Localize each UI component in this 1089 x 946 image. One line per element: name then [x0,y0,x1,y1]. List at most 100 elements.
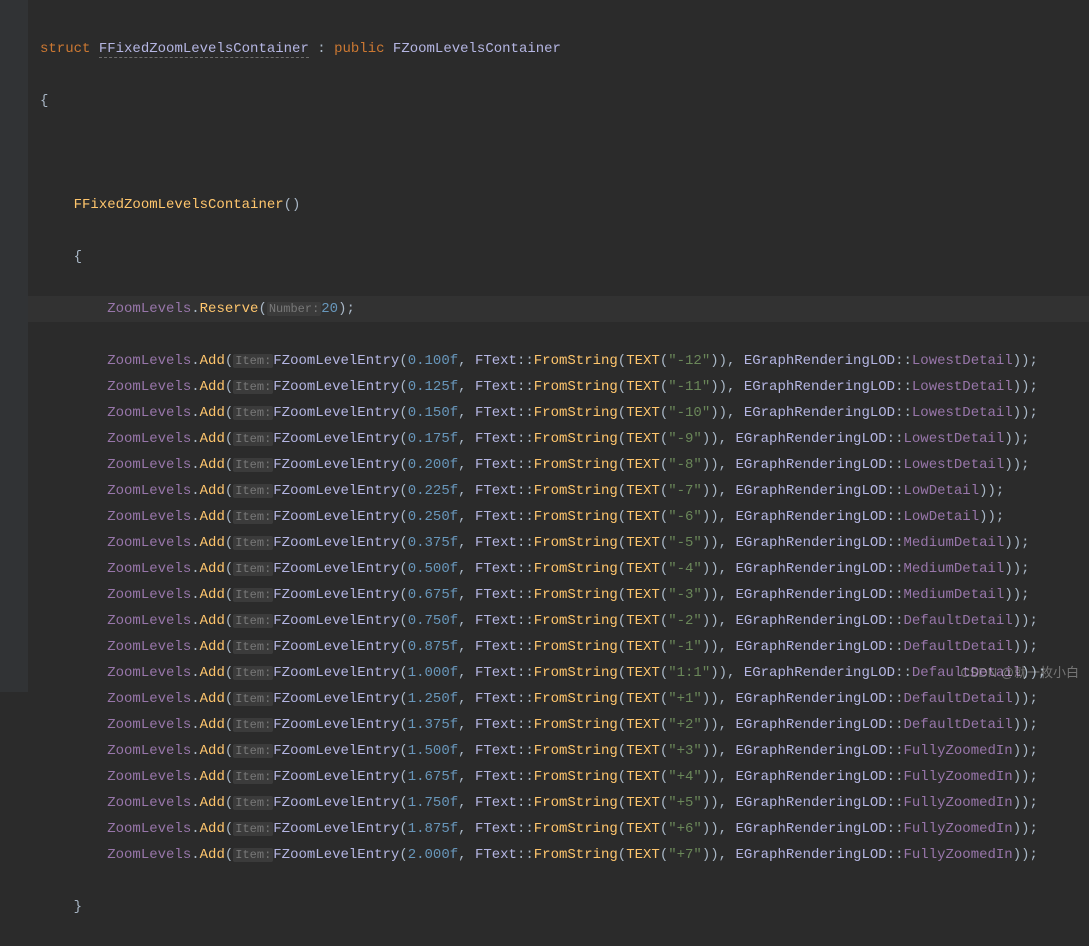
string-literal: "-4" [668,561,702,577]
fn-fromstring: FromString [534,431,618,447]
fn-fromstring: FromString [534,405,618,421]
fn-fromstring: FromString [534,509,618,525]
hint-item: Item: [233,354,273,368]
enum-lod: EGraphRenderingLOD [735,717,886,733]
add-line: ZoomLevels.Add(Item:FZoomLevelEntry(1.25… [28,686,1089,712]
scope-op: :: [517,769,534,785]
float-value: 0.150f [408,405,458,421]
macro-text: TEXT [626,587,660,603]
type-ftext: FText [475,769,517,785]
type-zoomlevelentry: FZoomLevelEntry [273,405,399,421]
type-ftext: FText [475,743,517,759]
field-zoomlevels: ZoomLevels [107,691,191,707]
add-line: ZoomLevels.Add(Item:FZoomLevelEntry(1.37… [28,712,1089,738]
add-line: ZoomLevels.Add(Item:FZoomLevelEntry(0.67… [28,582,1089,608]
scope-op: :: [895,665,912,681]
fn-add: Add [200,353,225,369]
macro-text: TEXT [626,717,660,733]
string-literal: "-2" [668,613,702,629]
type-zoomlevelentry: FZoomLevelEntry [273,717,399,733]
type-zoomlevelentry: FZoomLevelEntry [273,613,399,629]
struct-declaration: struct FFixedZoomLevelsContainer : publi… [28,36,1089,62]
type-ftext: FText [475,405,517,421]
scope-op: :: [517,509,534,525]
macro-text: TEXT [626,379,660,395]
hint-item: Item: [233,718,273,732]
code-editor[interactable]: struct FFixedZoomLevelsContainer : publi… [28,0,1089,946]
fn-add: Add [200,379,225,395]
keyword-public: public [334,41,384,57]
enum-lod: EGraphRenderingLOD [735,431,886,447]
brace-open: { [28,88,1089,114]
scope-op: :: [887,431,904,447]
enum-value: MediumDetail [903,535,1004,551]
scope-op: :: [887,717,904,733]
enum-value: LowestDetail [912,379,1013,395]
macro-text: TEXT [626,613,660,629]
float-value: 1.875f [408,821,458,837]
type-ftext: FText [475,587,517,603]
type-ftext: FText [475,795,517,811]
ctor-name: FFixedZoomLevelsContainer [74,197,284,213]
enum-value: LowestDetail [912,353,1013,369]
fn-add: Add [200,431,225,447]
field-zoomlevels: ZoomLevels [107,847,191,863]
string-literal: "-9" [668,431,702,447]
macro-text: TEXT [626,769,660,785]
scope-op: :: [887,561,904,577]
type-ftext: FText [475,457,517,473]
string-literal: "1:1" [668,665,710,681]
enum-value: FullyZoomedIn [903,769,1012,785]
type-zoomlevelentry: FZoomLevelEntry [273,353,399,369]
field-zoomlevels: ZoomLevels [107,587,191,603]
macro-text: TEXT [626,431,660,447]
hint-item: Item: [233,562,273,576]
scope-op: :: [517,535,534,551]
hint-item: Item: [233,510,273,524]
scope-op: :: [517,717,534,733]
fn-add: Add [200,795,225,811]
type-zoomlevelentry: FZoomLevelEntry [273,795,399,811]
type-zoomlevelentry: FZoomLevelEntry [273,509,399,525]
macro-text: TEXT [626,509,660,525]
add-line: ZoomLevels.Add(Item:FZoomLevelEntry(0.15… [28,400,1089,426]
add-line: ZoomLevels.Add(Item:FZoomLevelEntry(1.67… [28,764,1089,790]
enum-lod: EGraphRenderingLOD [744,379,895,395]
add-line: ZoomLevels.Add(Item:FZoomLevelEntry(0.22… [28,478,1089,504]
enum-lod: EGraphRenderingLOD [744,353,895,369]
enum-value: DefaultDetail [903,717,1012,733]
float-value: 0.225f [408,483,458,499]
fn-add: Add [200,483,225,499]
scope-op: :: [517,613,534,629]
type-ftext: FText [475,561,517,577]
scope-op: :: [517,405,534,421]
string-literal: "+5" [668,795,702,811]
scope-op: :: [517,665,534,681]
ctor-signature: FFixedZoomLevelsContainer() [28,192,1089,218]
macro-text: TEXT [626,535,660,551]
float-value: 1.750f [408,795,458,811]
type-zoomlevelentry: FZoomLevelEntry [273,535,399,551]
field-zoomlevels: ZoomLevels [107,743,191,759]
fn-add: Add [200,405,225,421]
float-value: 0.375f [408,535,458,551]
scope-op: :: [517,483,534,499]
enum-lod: EGraphRenderingLOD [744,665,895,681]
hint-item: Item: [233,822,273,836]
add-line: ZoomLevels.Add(Item:FZoomLevelEntry(0.17… [28,426,1089,452]
field-zoomlevels: ZoomLevels [107,405,191,421]
sep: : [309,41,334,57]
float-value: 0.125f [408,379,458,395]
fn-fromstring: FromString [534,535,618,551]
hint-item: Item: [233,380,273,394]
enum-value: DefaultDetail [903,691,1012,707]
fn-fromstring: FromString [534,483,618,499]
string-literal: "-1" [668,639,702,655]
enum-lod: EGraphRenderingLOD [735,535,886,551]
macro-text: TEXT [626,847,660,863]
enum-lod: EGraphRenderingLOD [735,587,886,603]
scope-op: :: [887,535,904,551]
field-zoomlevels: ZoomLevels [107,561,191,577]
scope-op: :: [887,691,904,707]
float-value: 0.200f [408,457,458,473]
